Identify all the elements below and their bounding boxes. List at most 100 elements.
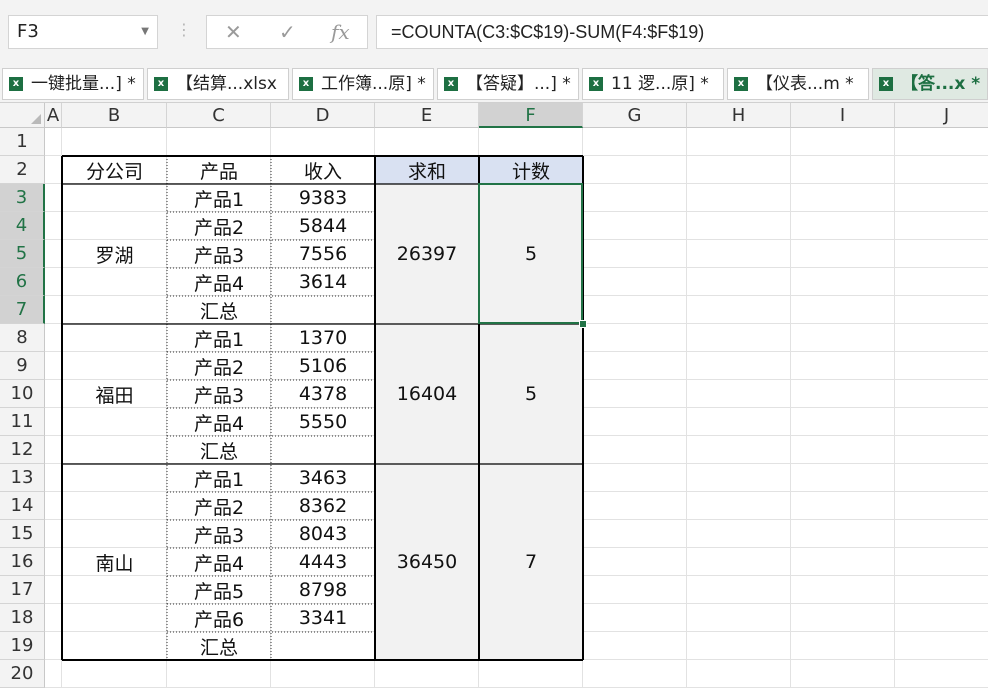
column-header-I[interactable]: I [791, 103, 895, 128]
row-header-2[interactable]: 2 [0, 156, 45, 184]
insert-function-icon[interactable]: fx [331, 20, 350, 44]
workbook-tab[interactable]: x 【答...x * [872, 68, 988, 100]
count-cell[interactable]: 5 [479, 324, 583, 464]
column-header-G[interactable]: G [583, 103, 687, 128]
row-header-10[interactable]: 10 [0, 380, 45, 408]
column-header-B[interactable]: B [62, 103, 167, 128]
income-cell[interactable]: 3614 [271, 268, 375, 296]
header-income[interactable]: 收入 [271, 156, 375, 184]
income-cell[interactable] [271, 436, 375, 464]
row-header-9[interactable]: 9 [0, 352, 45, 380]
cancel-icon[interactable]: ✕ [225, 20, 242, 44]
column-header-A[interactable]: A [45, 103, 62, 128]
income-cell[interactable]: 8043 [271, 520, 375, 548]
branch-cell[interactable]: 福田 [62, 324, 167, 464]
product-cell[interactable]: 产品2 [167, 352, 271, 380]
column-header-H[interactable]: H [687, 103, 791, 128]
row-header-8[interactable]: 8 [0, 324, 45, 352]
product-cell[interactable]: 汇总 [167, 296, 271, 324]
workbook-tabs: x 一键批量...] * x 【结算...xlsx x 工作簿...原] * x 【答疑】..… [0, 66, 988, 103]
product-cell[interactable]: 产品5 [167, 576, 271, 604]
sum-cell[interactable]: 26397 [375, 184, 479, 324]
workbook-tab-label: 【仪表...m * [756, 74, 854, 94]
product-cell[interactable]: 产品6 [167, 604, 271, 632]
product-cell[interactable]: 产品2 [167, 492, 271, 520]
formula-bar: F3 ▼ ⋮ ✕ ✓ fx =COUNTA(C3:$C$19)-SUM(F4:$… [0, 0, 988, 66]
sum-cell[interactable]: 36450 [375, 464, 479, 660]
column-header-C[interactable]: C [167, 103, 271, 128]
workbook-tab[interactable]: x 【答疑】...] * [437, 68, 579, 100]
column-header-D[interactable]: D [271, 103, 375, 128]
row-header-18[interactable]: 18 [0, 604, 45, 632]
workbook-tab[interactable]: x 一键批量...] * [2, 68, 144, 100]
column-header-E[interactable]: E [375, 103, 479, 128]
income-cell[interactable]: 4378 [271, 380, 375, 408]
income-cell[interactable]: 1370 [271, 324, 375, 352]
row-header-16[interactable]: 16 [0, 548, 45, 576]
header-product[interactable]: 产品 [167, 156, 271, 184]
workbook-tab[interactable]: x 11 逻...原] * [582, 68, 724, 100]
workbook-tab-label: 【答疑】...] * [466, 74, 571, 94]
header-sum[interactable]: 求和 [375, 156, 479, 184]
workbook-tab[interactable]: x 工作簿...原] * [292, 68, 434, 100]
income-cell[interactable]: 8362 [271, 492, 375, 520]
row-header-4[interactable]: 4 [0, 212, 45, 240]
workbook-tab[interactable]: x 【仪表...m * [727, 68, 869, 100]
name-box[interactable]: F3 ▼ [8, 15, 158, 49]
formula-input[interactable]: =COUNTA(C3:$C$19)-SUM(F4:$F$19) [376, 15, 988, 49]
row-header-13[interactable]: 13 [0, 464, 45, 492]
row-header-19[interactable]: 19 [0, 632, 45, 660]
chevron-down-icon[interactable]: ▼ [141, 16, 149, 48]
row-header-7[interactable]: 7 [0, 296, 45, 324]
product-cell[interactable]: 汇总 [167, 436, 271, 464]
product-cell[interactable]: 产品1 [167, 184, 271, 212]
row-header-6[interactable]: 6 [0, 268, 45, 296]
income-cell[interactable]: 5550 [271, 408, 375, 436]
name-box-value: F3 [17, 21, 39, 42]
income-cell[interactable] [271, 632, 375, 660]
row-header-5[interactable]: 5 [0, 240, 45, 268]
row-header-15[interactable]: 15 [0, 520, 45, 548]
income-cell[interactable]: 7556 [271, 240, 375, 268]
excel-file-icon: x [589, 77, 603, 91]
enter-icon[interactable]: ✓ [279, 20, 296, 44]
product-cell[interactable]: 产品4 [167, 548, 271, 576]
select-all-button[interactable] [0, 103, 45, 128]
product-cell[interactable]: 产品1 [167, 324, 271, 352]
income-cell[interactable]: 3341 [271, 604, 375, 632]
sum-cell[interactable]: 16404 [375, 324, 479, 464]
income-cell[interactable]: 4443 [271, 548, 375, 576]
row-header-14[interactable]: 14 [0, 492, 45, 520]
income-cell[interactable]: 5106 [271, 352, 375, 380]
excel-file-icon: x [154, 77, 168, 91]
product-cell[interactable]: 产品2 [167, 212, 271, 240]
column-header-F[interactable]: F [479, 103, 583, 128]
branch-cell[interactable]: 南山 [62, 464, 167, 660]
product-cell[interactable]: 产品4 [167, 268, 271, 296]
product-cell[interactable]: 产品3 [167, 380, 271, 408]
fill-handle[interactable] [579, 320, 587, 328]
income-cell[interactable]: 8798 [271, 576, 375, 604]
row-header-12[interactable]: 12 [0, 436, 45, 464]
workbook-tab[interactable]: x 【结算...xlsx [147, 68, 289, 100]
product-cell[interactable]: 产品3 [167, 240, 271, 268]
income-cell[interactable]: 5844 [271, 212, 375, 240]
income-cell[interactable]: 3463 [271, 464, 375, 492]
header-branch[interactable]: 分公司 [62, 156, 167, 184]
product-cell[interactable]: 产品3 [167, 520, 271, 548]
row-header-17[interactable]: 17 [0, 576, 45, 604]
product-cell[interactable]: 产品1 [167, 464, 271, 492]
income-cell[interactable] [271, 296, 375, 324]
row-header-11[interactable]: 11 [0, 408, 45, 436]
income-cell[interactable]: 9383 [271, 184, 375, 212]
count-cell[interactable]: 7 [479, 464, 583, 660]
row-header-20[interactable]: 20 [0, 660, 45, 688]
row-header-3[interactable]: 3 [0, 184, 45, 212]
product-cell[interactable]: 汇总 [167, 632, 271, 660]
header-count[interactable]: 计数 [479, 156, 583, 184]
row-header-1[interactable]: 1 [0, 128, 45, 156]
column-header-J[interactable]: J [895, 103, 988, 128]
branch-cell[interactable]: 罗湖 [62, 184, 167, 324]
product-cell[interactable]: 产品4 [167, 408, 271, 436]
count-cell[interactable]: 5 [479, 184, 583, 324]
